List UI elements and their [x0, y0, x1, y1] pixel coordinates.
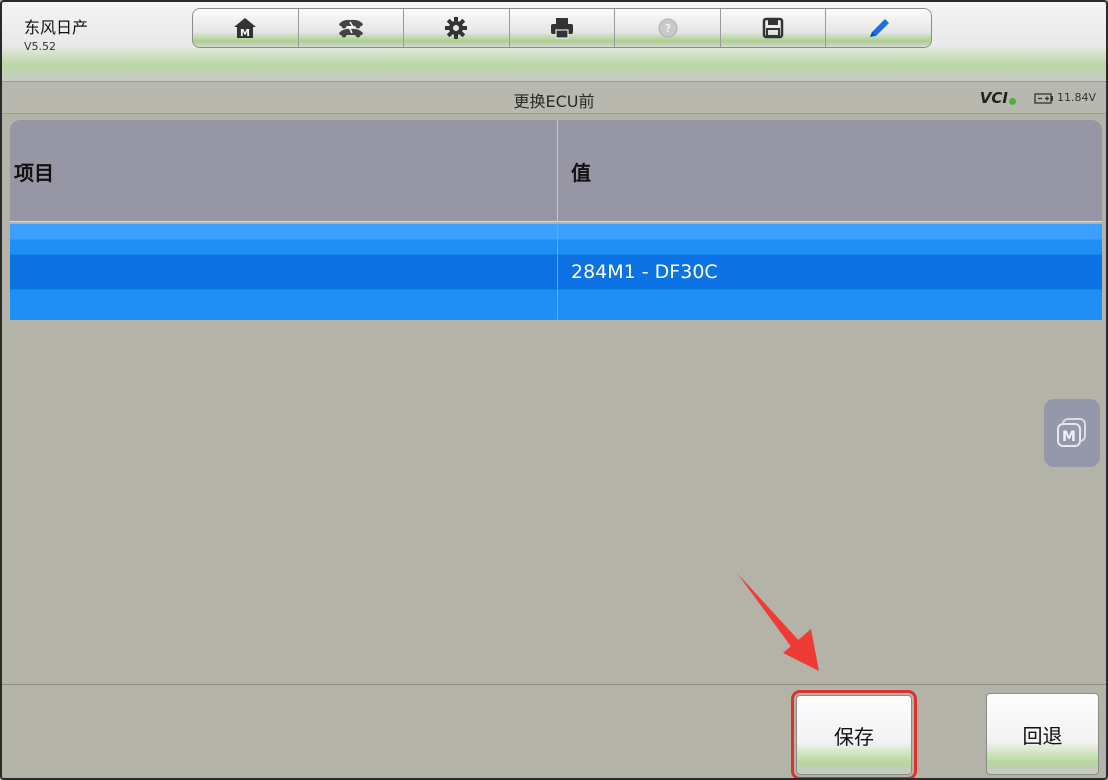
pen-icon	[869, 19, 889, 37]
battery-voltage: 11.84V	[1056, 91, 1096, 104]
svg-text:?: ?	[664, 22, 670, 35]
vehicle-swap-icon	[338, 19, 363, 38]
vci-status: VCI	[980, 89, 1016, 107]
table-row[interactable]: 284M1 - DF30C	[10, 224, 1102, 320]
save-disk-icon	[762, 17, 784, 39]
settings-button[interactable]	[404, 9, 510, 47]
save-button[interactable]: 保存	[791, 690, 917, 778]
toolbar: M ?	[192, 8, 932, 48]
table-header: 项目 值	[10, 120, 1102, 222]
vehicle-swap-button[interactable]	[298, 9, 405, 47]
printer-icon	[551, 18, 574, 39]
print-button[interactable]	[509, 9, 616, 47]
row-item-cell	[10, 224, 558, 320]
help-icon: ?	[658, 18, 678, 38]
title-bar: 更换ECU前 VCI 11.84V	[2, 82, 1106, 114]
m-float-icon: M	[1057, 418, 1086, 447]
save-data-button[interactable]	[720, 9, 827, 47]
data-table: 项目 值 284M1 - DF30C	[10, 120, 1102, 320]
column-header-item: 项目	[10, 120, 558, 222]
floating-m-button[interactable]: M	[1044, 399, 1100, 467]
help-button[interactable]: ?	[615, 9, 721, 47]
svg-text:M: M	[240, 28, 250, 39]
page-title: 更换ECU前	[513, 92, 595, 111]
home-icon: M	[234, 18, 257, 39]
pointer-arrow-icon	[737, 573, 819, 671]
back-button[interactable]: 回退	[986, 693, 1099, 775]
bottom-bar: 保存 回退	[2, 684, 1106, 778]
svg-text:M: M	[1062, 429, 1076, 445]
battery-status: 11.84V	[1034, 91, 1096, 104]
row-value-cell: 284M1 - DF30C	[571, 261, 718, 283]
vci-label: VCI	[979, 89, 1008, 107]
home-button[interactable]: M	[193, 9, 299, 47]
battery-icon	[1034, 92, 1053, 104]
brand: 东风日产 V5.52	[24, 14, 88, 53]
vci-connected-icon	[1009, 97, 1016, 105]
settings-gear-icon	[445, 17, 468, 39]
top-bar: 东风日产 V5.52 M ?	[2, 2, 1106, 82]
app-version: V5.52	[24, 40, 57, 53]
column-header-value: 值	[571, 160, 591, 185]
edit-button[interactable]	[826, 9, 931, 47]
app-frame: 东风日产 V5.52 M ? 更换ECU前 VCI 11.84V 项目 值 28…	[0, 0, 1108, 780]
app-name: 东风日产	[24, 18, 89, 37]
